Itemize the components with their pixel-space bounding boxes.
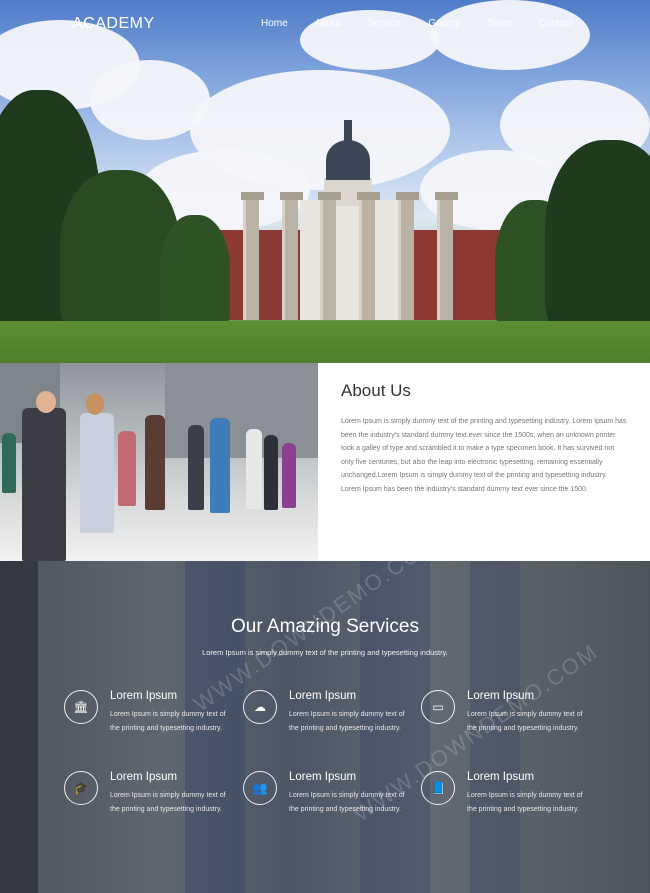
monitor-icon: ▭ xyxy=(421,690,455,724)
tree xyxy=(160,215,230,335)
services-subheading: Lorem Ipsum is simply dummy text of the … xyxy=(202,648,448,657)
person-figure xyxy=(264,435,278,510)
column xyxy=(435,192,458,320)
about-paragraph: Lorem Ipsum is simply dummy text of the … xyxy=(341,418,627,493)
service-description: Lorem Ipsum is simply dummy text of the … xyxy=(110,711,226,732)
nav-item-home[interactable]: Home xyxy=(261,18,288,29)
service-description: Lorem Ipsum is simply dummy text of the … xyxy=(467,711,583,732)
person-figure xyxy=(188,425,204,510)
person-figure xyxy=(80,413,114,533)
about-photo xyxy=(0,363,318,561)
hero-banner: ACADEMY Home About Service Gallery Team … xyxy=(0,0,650,363)
service-description: Lorem Ipsum is simply dummy text of the … xyxy=(289,792,405,813)
person-figure xyxy=(22,408,66,561)
nav-item-service[interactable]: Service xyxy=(368,18,401,29)
service-description: Lorem Ipsum is simply dummy text of the … xyxy=(289,711,405,732)
spire xyxy=(344,120,352,144)
nav-item-contact[interactable]: Contact xyxy=(538,18,572,29)
nav-item-team[interactable]: Team xyxy=(487,18,511,29)
column xyxy=(318,192,341,320)
person-head xyxy=(86,393,104,415)
person-head xyxy=(36,391,56,413)
background-streak xyxy=(0,561,38,893)
services-heading: Our Amazing Services xyxy=(231,616,419,637)
site-logo[interactable]: ACADEMY xyxy=(72,15,155,33)
service-description: Lorem Ipsum is simply dummy text of the … xyxy=(110,792,226,813)
bank-icon: 🏛 xyxy=(64,690,98,724)
service-item[interactable]: ☁ Lorem Ipsum Lorem Ipsum is simply dumm… xyxy=(243,690,413,760)
column xyxy=(396,192,419,320)
service-description: Lorem Ipsum is simply dummy text of the … xyxy=(467,792,583,813)
person-figure xyxy=(2,433,16,493)
service-item[interactable]: 👥 Lorem Ipsum Lorem Ipsum is simply dumm… xyxy=(243,771,413,841)
person-figure xyxy=(246,429,262,509)
top-navigation: ACADEMY Home About Service Gallery Team … xyxy=(0,0,650,50)
person-figure xyxy=(145,415,165,510)
service-title: Lorem Ipsum xyxy=(467,690,535,702)
column xyxy=(357,192,380,320)
service-item[interactable]: 🎓 Lorem Ipsum Lorem Ipsum is simply dumm… xyxy=(64,771,234,841)
campus-building-center xyxy=(300,200,400,320)
lawn xyxy=(0,321,650,363)
service-item[interactable]: 🏛 Lorem Ipsum Lorem Ipsum is simply dumm… xyxy=(64,690,234,760)
service-title: Lorem Ipsum xyxy=(467,771,535,783)
users-icon: 👥 xyxy=(243,771,277,805)
column xyxy=(280,192,303,320)
service-title: Lorem Ipsum xyxy=(110,690,178,702)
service-title: Lorem Ipsum xyxy=(110,771,178,783)
about-section: About Us Lorem Ipsum is simply dummy tex… xyxy=(0,363,650,561)
nav-menu: Home About Service Gallery Team Contact xyxy=(261,18,573,29)
nav-item-gallery[interactable]: Gallery xyxy=(428,18,460,29)
tree xyxy=(545,140,650,340)
book-icon: 📘 xyxy=(421,771,455,805)
service-item[interactable]: 📘 Lorem Ipsum Lorem Ipsum is simply dumm… xyxy=(421,771,591,841)
person-figure xyxy=(282,443,296,508)
nav-item-about[interactable]: About xyxy=(315,18,341,29)
person-figure xyxy=(210,418,230,513)
service-title: Lorem Ipsum xyxy=(289,690,357,702)
column xyxy=(241,192,264,320)
about-heading: About Us xyxy=(341,381,411,400)
graduation-cap-icon: 🎓 xyxy=(64,771,98,805)
person-figure xyxy=(118,431,136,506)
dome xyxy=(326,140,370,180)
service-item[interactable]: ▭ Lorem Ipsum Lorem Ipsum is simply dumm… xyxy=(421,690,591,760)
cloud-icon: ☁ xyxy=(243,690,277,724)
services-section: Our Amazing Services Lorem Ipsum is simp… xyxy=(0,561,650,893)
service-title: Lorem Ipsum xyxy=(289,771,357,783)
